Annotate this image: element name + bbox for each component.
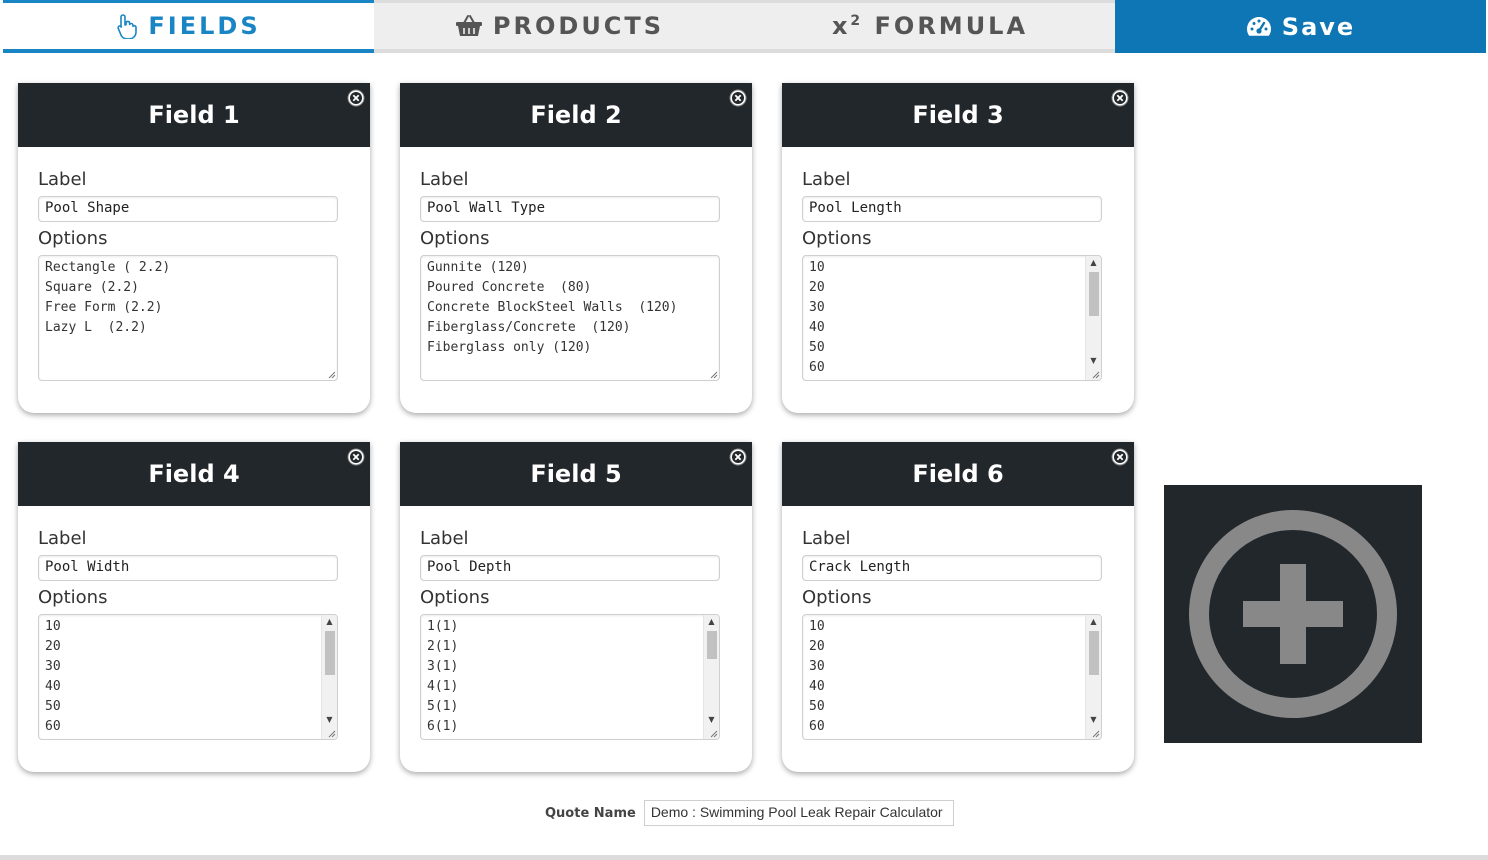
tab-products-label: PRODUCTS	[492, 12, 665, 40]
scroll-thumb[interactable]	[325, 631, 335, 675]
resize-grip-icon[interactable]	[1090, 728, 1100, 738]
scroll-thumb[interactable]	[707, 631, 717, 659]
tab-fields-label: FIELDS	[148, 12, 261, 40]
field-title: Field 4	[148, 460, 240, 488]
resize-grip-icon[interactable]	[1090, 369, 1100, 379]
field-card-header: Field 5	[400, 442, 752, 506]
options-text: 10 20 30 40 50 60	[809, 619, 825, 734]
label-input[interactable]: Pool Shape	[38, 196, 338, 222]
options-text: 1(1) 2(1) 3(1) 4(1) 5(1) 6(1)	[427, 619, 459, 734]
options-textarea[interactable]: 10 20 30 40 50 60 ▲ ▼	[802, 614, 1102, 740]
label-caption: Label	[38, 528, 87, 549]
quote-name-row: Quote Name Demo : Swimming Pool Leak Rep…	[545, 800, 954, 826]
options-caption: Options	[420, 587, 490, 608]
quote-name-input[interactable]: Demo : Swimming Pool Leak Repair Calcula…	[643, 800, 954, 826]
label-input[interactable]: Pool Depth	[420, 555, 720, 581]
options-scrollbar[interactable]: ▲ ▼	[1085, 615, 1101, 739]
field-card-6: Field 6 Label Crack Length Options 10 20…	[782, 442, 1134, 772]
dashboard-icon	[1246, 16, 1272, 38]
close-circle-icon[interactable]	[729, 448, 747, 466]
field-card-header: Field 2	[400, 83, 752, 147]
options-textarea[interactable]: Gunnite (120) Poured Concrete (80) Concr…	[420, 255, 720, 381]
scroll-thumb[interactable]	[1089, 631, 1099, 675]
options-caption: Options	[802, 228, 872, 249]
scroll-thumb[interactable]	[1089, 272, 1099, 316]
close-circle-icon[interactable]	[1111, 448, 1129, 466]
options-scrollbar[interactable]: ▲ ▼	[321, 615, 337, 739]
label-caption: Label	[38, 169, 87, 190]
field-card-header: Field 3	[782, 83, 1134, 147]
label-input[interactable]: Pool Length	[802, 196, 1102, 222]
options-text: 10 20 30 40 50 60	[45, 619, 61, 734]
plus-circle-icon	[1189, 510, 1397, 718]
field-card-header: Field 4	[18, 442, 370, 506]
field-title: Field 6	[912, 460, 1004, 488]
tab-bar: FIELDS PRODUCTS x2 FORMULA Save	[3, 0, 1486, 53]
field-card-5: Field 5 Label Pool Depth Options 1(1) 2(…	[400, 442, 752, 772]
options-text: Gunnite (120) Poured Concrete (80) Concr…	[427, 260, 678, 355]
formula-superscript: 2	[850, 13, 864, 29]
options-caption: Options	[38, 228, 108, 249]
resize-grip-icon[interactable]	[326, 369, 336, 379]
shopping-basket-icon	[455, 14, 483, 38]
scroll-down-icon[interactable]: ▼	[1086, 354, 1101, 368]
close-circle-icon[interactable]	[1111, 89, 1129, 107]
label-input[interactable]: Pool Wall Type	[420, 196, 720, 222]
label-caption: Label	[420, 528, 469, 549]
options-textarea[interactable]: Rectangle ( 2.2) Square (2.2) Free Form …	[38, 255, 338, 381]
resize-grip-icon[interactable]	[708, 369, 718, 379]
close-circle-icon[interactable]	[347, 89, 365, 107]
field-title: Field 1	[148, 101, 240, 129]
scroll-up-icon[interactable]: ▲	[1086, 256, 1101, 270]
label-caption: Label	[802, 528, 851, 549]
scroll-down-icon[interactable]: ▼	[322, 713, 337, 727]
resize-grip-icon[interactable]	[326, 728, 336, 738]
options-caption: Options	[802, 587, 872, 608]
label-caption: Label	[420, 169, 469, 190]
tab-fields[interactable]: FIELDS	[3, 0, 374, 53]
save-button[interactable]: Save	[1115, 0, 1486, 53]
label-input[interactable]: Pool Width	[38, 555, 338, 581]
field-card-1: Field 1 Label Pool Shape Options Rectang…	[18, 83, 370, 413]
options-scrollbar[interactable]: ▲ ▼	[1085, 256, 1101, 380]
tab-products[interactable]: PRODUCTS	[374, 0, 745, 53]
scroll-up-icon[interactable]: ▲	[1086, 615, 1101, 629]
tab-formula[interactable]: x2 FORMULA	[745, 0, 1115, 53]
field-title: Field 5	[530, 460, 622, 488]
close-circle-icon[interactable]	[347, 448, 365, 466]
save-label: Save	[1281, 12, 1356, 41]
options-textarea[interactable]: 1(1) 2(1) 3(1) 4(1) 5(1) 6(1) ▲ ▼	[420, 614, 720, 740]
scroll-up-icon[interactable]: ▲	[322, 615, 337, 629]
field-card-header: Field 6	[782, 442, 1134, 506]
footer-divider	[0, 855, 1488, 860]
field-card-2: Field 2 Label Pool Wall Type Options Gun…	[400, 83, 752, 413]
label-input[interactable]: Crack Length	[802, 555, 1102, 581]
field-card-header: Field 1	[18, 83, 370, 147]
field-card-4: Field 4 Label Pool Width Options 10 20 3…	[18, 442, 370, 772]
options-scrollbar[interactable]: ▲ ▼	[703, 615, 719, 739]
options-text: Rectangle ( 2.2) Square (2.2) Free Form …	[45, 260, 171, 335]
resize-grip-icon[interactable]	[708, 728, 718, 738]
tab-formula-label: x2 FORMULA	[832, 12, 1028, 40]
options-text: 10 20 30 40 50 60	[809, 260, 825, 375]
scroll-up-icon[interactable]: ▲	[704, 615, 719, 629]
label-caption: Label	[802, 169, 851, 190]
quote-name-label: Quote Name	[545, 805, 636, 821]
field-title: Field 3	[912, 101, 1004, 129]
field-card-3: Field 3 Label Pool Length Options 10 20 …	[782, 83, 1134, 413]
options-caption: Options	[420, 228, 490, 249]
formula-text: FORMULA	[874, 12, 1029, 40]
scroll-down-icon[interactable]: ▼	[1086, 713, 1101, 727]
formula-symbol: x	[831, 12, 851, 40]
close-circle-icon[interactable]	[729, 89, 747, 107]
scroll-down-icon[interactable]: ▼	[704, 713, 719, 727]
options-textarea[interactable]: 10 20 30 40 50 60 ▲ ▼	[802, 255, 1102, 381]
options-textarea[interactable]: 10 20 30 40 50 60 ▲ ▼	[38, 614, 338, 740]
add-field-button[interactable]	[1164, 485, 1422, 743]
options-caption: Options	[38, 587, 108, 608]
hand-pointer-icon	[116, 13, 138, 39]
field-title: Field 2	[530, 101, 622, 129]
